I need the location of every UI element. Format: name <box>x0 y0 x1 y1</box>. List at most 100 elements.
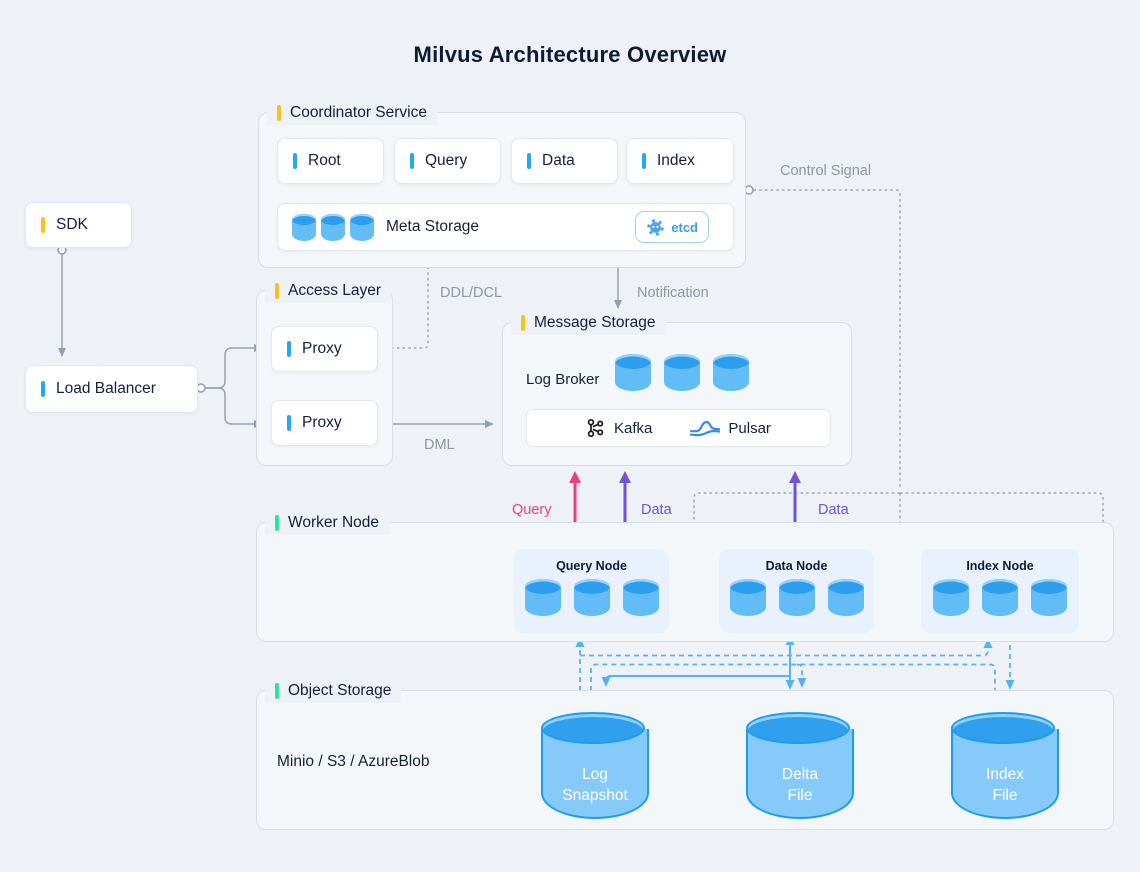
log-snapshot-cylinder: Log Snapshot <box>540 712 649 819</box>
database-cylinder-icon <box>729 579 766 616</box>
database-cylinder-icon <box>713 354 749 391</box>
data-accent-bar <box>527 153 531 169</box>
storage-providers-label: Minio / S3 / AzureBlob <box>277 753 430 770</box>
edge-storage-to-indexnode <box>580 638 993 657</box>
ddl-dcl-label: DDL/DCL <box>440 285 503 301</box>
data-stream-label-2: Data <box>818 502 849 518</box>
access-layer-group: Access Layer Proxy Proxy <box>256 279 393 466</box>
proxy2-accent-bar <box>287 415 291 431</box>
access-layer-group-label: Access Layer <box>265 279 392 303</box>
broker-options-box: Kafka Pulsar <box>526 409 831 447</box>
index-file-cylinder: Index File <box>950 712 1059 819</box>
meta-storage-label: Meta Storage <box>386 218 480 235</box>
object-storage-group: Object Storage Minio / S3 / AzureBlob Lo… <box>256 679 1114 830</box>
data-coord-node: Data <box>511 138 618 184</box>
index-node-cylinders <box>921 578 1079 616</box>
proxy2-label: Proxy <box>302 414 342 431</box>
query-coord-node: Query <box>394 138 501 184</box>
load-balancer-label: Load Balancer <box>56 380 156 397</box>
object-storage-group-label: Object Storage <box>265 679 402 703</box>
pulsar-label: Pulsar <box>728 419 771 437</box>
database-cylinder-icon <box>622 579 659 616</box>
access-layer-accent-bar <box>275 283 279 299</box>
database-cylinder-icon <box>1031 579 1067 616</box>
database-cylinder-icon <box>982 579 1018 616</box>
query-stream-label: Query <box>512 502 552 518</box>
log-broker-label: Log Broker <box>526 371 600 388</box>
kafka-label: Kafka <box>614 419 653 437</box>
etcd-badge: etcd <box>635 211 709 243</box>
worker-node-accent-bar <box>275 515 279 531</box>
message-storage-label-text: Message Storage <box>534 314 656 331</box>
query-accent-bar <box>410 153 414 169</box>
proxy2-node: Proxy <box>271 400 378 446</box>
database-cylinder-icon <box>321 214 345 241</box>
database-cylinder-icon <box>524 579 561 616</box>
load-balancer-node: Load Balancer <box>25 365 198 413</box>
milvus-architecture-diagram: Milvus Architecture Overview SDK Load Ba… <box>0 0 1140 872</box>
database-cylinder-icon <box>827 579 864 616</box>
control-signal-label: Control Signal <box>780 163 872 179</box>
coordinator-service-group: Coordinator Service Root Query Data Inde… <box>258 101 746 268</box>
query-node-title: Query Node <box>556 559 627 573</box>
worker-node-label-text: Worker Node <box>288 514 380 531</box>
load-balancer-accent-bar <box>41 381 45 397</box>
query-node-cylinders <box>514 578 669 616</box>
database-cylinder-icon <box>664 354 700 391</box>
meta-storage-cylinders <box>292 213 374 241</box>
kafka-icon <box>587 418 604 438</box>
index-coord-label: Index <box>657 152 695 169</box>
root-coord-node: Root <box>277 138 384 184</box>
pulsar-broker: Pulsar <box>690 419 771 438</box>
index-node: Index Node <box>921 549 1079 633</box>
database-cylinder-icon <box>778 579 815 616</box>
delta-file-cylinder: Delta File <box>745 712 854 819</box>
object-storage-accent-bar <box>275 683 279 699</box>
message-storage-group-label: Message Storage <box>511 311 666 335</box>
edge-datanode-logsnapshot <box>601 675 790 687</box>
log-snapshot-label: Log Snapshot <box>543 765 647 807</box>
sdk-node: SDK <box>25 202 132 248</box>
gear-icon <box>647 218 665 236</box>
meta-storage-node: Meta Storage etcd <box>277 203 734 251</box>
access-layer-label-text: Access Layer <box>288 282 382 299</box>
database-cylinder-icon <box>615 354 651 391</box>
index-file-line2: File <box>992 786 1018 804</box>
edge-to-deltafile-dashed <box>796 663 807 688</box>
message-storage-accent-bar <box>521 315 525 331</box>
index-coord-node: Index <box>626 138 734 184</box>
index-file-label: Index File <box>953 765 1057 807</box>
coordinator-label-text: Coordinator Service <box>290 104 427 121</box>
index-accent-bar <box>642 153 646 169</box>
delta-file-label: Delta File <box>748 765 852 807</box>
query-node: Query Node <box>514 549 669 633</box>
database-cylinder-icon <box>573 579 610 616</box>
sdk-accent-bar <box>41 217 45 233</box>
log-snapshot-line2: Snapshot <box>562 786 628 804</box>
index-node-title: Index Node <box>966 559 1034 573</box>
etcd-badge-label: etcd <box>671 219 698 235</box>
data-stream-label-1: Data <box>641 502 672 518</box>
database-cylinder-icon <box>292 214 316 241</box>
kafka-broker: Kafka <box>586 418 652 438</box>
pulsar-icon <box>690 420 721 436</box>
data-node-title: Data Node <box>765 559 828 573</box>
data-node-cylinders <box>719 578 874 616</box>
index-file-line1: Index <box>986 766 1024 783</box>
delta-file-line1: Delta <box>781 766 819 783</box>
storage-solid-lines <box>601 635 795 690</box>
query-coord-label: Query <box>425 152 468 169</box>
edge-lb-to-proxy2 <box>205 387 263 428</box>
data-coord-label: Data <box>542 152 575 169</box>
worker-node-group: Worker Node Query Node Data Node Index N… <box>256 511 1114 642</box>
sdk-label: SDK <box>56 216 88 233</box>
log-broker-cylinders <box>615 353 749 391</box>
worker-node-group-label: Worker Node <box>265 511 390 535</box>
notification-label: Notification <box>637 285 709 301</box>
root-coord-label: Root <box>308 152 341 169</box>
proxy1-node: Proxy <box>271 326 378 372</box>
coordinator-accent-bar <box>277 105 281 121</box>
database-cylinder-icon <box>350 214 374 241</box>
proxy1-label: Proxy <box>302 340 342 357</box>
log-snapshot-line1: Log <box>582 766 608 783</box>
